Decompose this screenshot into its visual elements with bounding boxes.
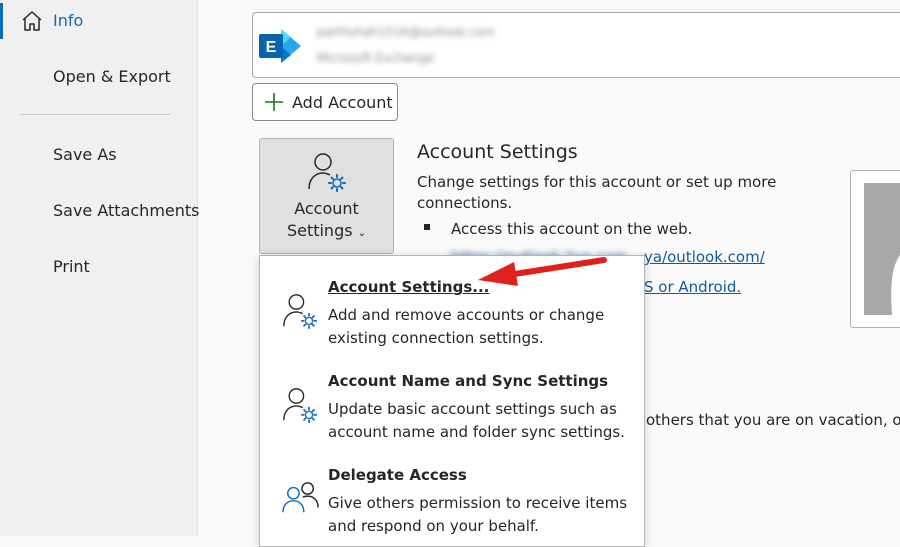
account-selector[interactable]: E parthshah1516@outlook.com Microsoft Ex… [252,12,900,78]
bullet-text: Access this account on the web. [451,220,693,238]
account-settings-icon [283,294,318,329]
account-type: Microsoft Exchange [317,51,435,65]
account-settings-icon [308,153,346,192]
nav-item-print[interactable]: Print [53,257,90,276]
selected-indicator [0,3,3,39]
nav-item-info[interactable]: Info [0,3,197,39]
bullet-icon [424,224,430,230]
annotation-arrow-icon [478,257,607,286]
profile-picture-frame[interactable] [850,170,900,328]
nav-item-save-as[interactable]: Save As [53,145,117,164]
account-settings-button-line1: Account [294,199,359,218]
menu-item-description: Add and remove accounts or change existi… [328,306,605,347]
account-email: parthshah1516@outlook.com [317,25,495,39]
sidebar-divider [20,114,170,115]
add-account-label: Add Account [292,93,393,112]
delegate-access-icon [282,482,319,513]
chevron-down-icon: ⌄ [357,228,367,239]
home-icon [22,11,42,31]
menu-item-title: Account Name and Sync Settings [328,372,609,390]
plus-icon [265,93,283,111]
nav-item-save-attachments[interactable]: Save Attachments [53,201,200,220]
account-settings-button-line2: Settings ⌄ [286,221,367,240]
nav-item-info-label: Info [53,11,84,30]
profile-picture [864,183,900,315]
menu-item-description: Update basic account settings such as ac… [328,400,625,441]
account-settings-menu: Account Settings... Add and remove accou… [259,255,645,547]
nav-item-open-export[interactable]: Open & Export [53,67,171,86]
automatic-replies-text: others that you are on vacation, or [646,411,900,429]
menu-item-delegate-access[interactable]: Delegate Access Give others permission t… [260,452,644,546]
section-description: Change settings for this account or set … [417,173,777,212]
account-settings-dropdown-button[interactable]: Account Settings ⌄ [259,138,394,254]
menu-item-title: Delegate Access [328,466,467,484]
exchange-icon: E [259,29,301,63]
menu-item-account-name-sync[interactable]: Account Name and Sync Settings Update ba… [260,358,644,452]
mobile-link[interactable]: S or Android. [644,278,741,296]
menu-item-description: Give others permission to receive items … [328,494,628,535]
svg-text:E: E [266,39,277,56]
menu-item-title: Account Settings... [328,278,490,296]
add-account-button[interactable]: Add Account [252,83,398,121]
profile-silhouette-icon [891,254,900,315]
account-name-sync-icon [283,388,318,423]
web-link[interactable]: ya/outlook.com/ [644,248,765,266]
section-title: Account Settings [417,141,578,163]
backstage-sidebar: Info Open & Export Save As Save Attachme… [0,0,200,536]
